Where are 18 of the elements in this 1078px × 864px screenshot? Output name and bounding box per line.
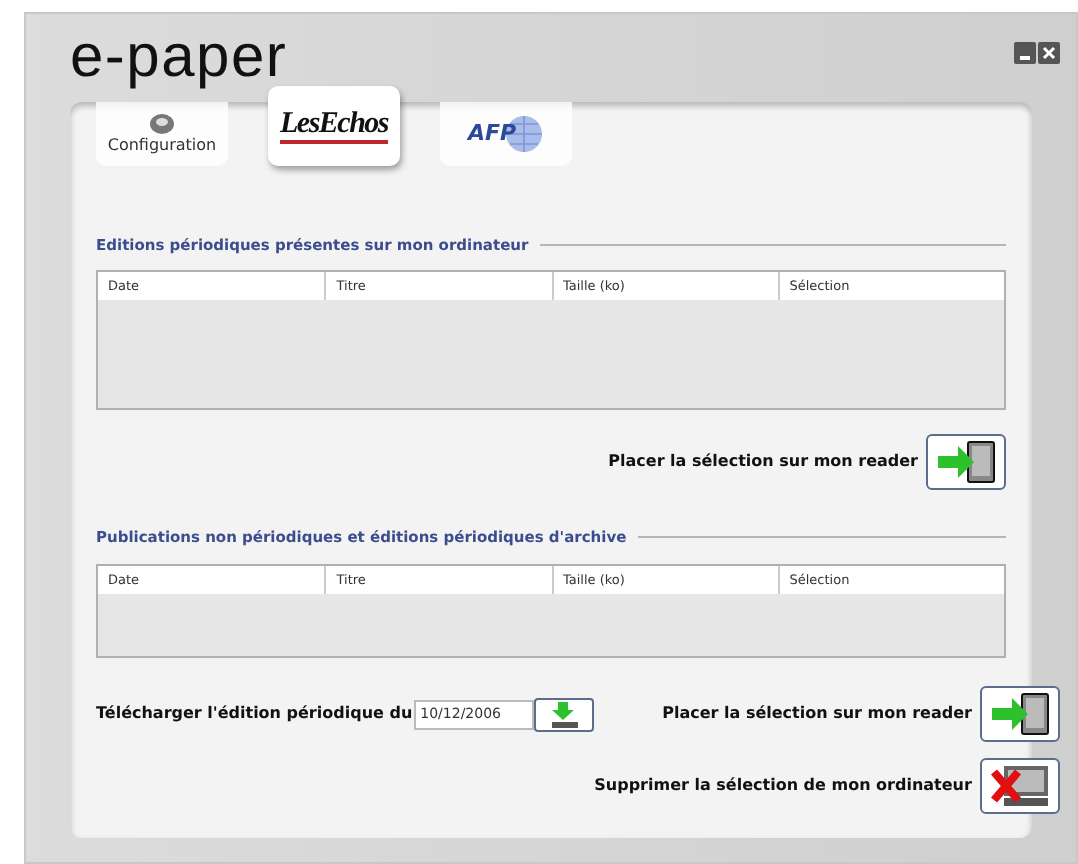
tab[interactable]: Configuration [96, 102, 228, 166]
download-label: Télécharger l'édition périodique du [96, 702, 413, 726]
arrow-to-device-icon [934, 440, 998, 485]
action-label: Supprimer la sélection de mon ordinateur [594, 773, 972, 797]
tab[interactable]: LesEchos [268, 86, 400, 166]
delete-button[interactable] [979, 757, 1060, 813]
send-to-reader-button[interactable] [979, 685, 1060, 741]
tab[interactable]: AFP [440, 102, 572, 166]
send-to-reader-button[interactable] [926, 434, 1006, 491]
action-label: Placer la sélection sur mon reader [608, 450, 918, 475]
minimize-icon[interactable] [1014, 42, 1036, 64]
action-label: Placer la sélection sur mon reader [662, 701, 972, 725]
delete-computer-icon [987, 763, 1052, 807]
download-button[interactable] [534, 697, 595, 731]
close-icon[interactable] [1038, 42, 1060, 64]
arrow-to-device-icon [987, 691, 1052, 735]
download-icon [548, 701, 581, 727]
window-title: e-paper [70, 26, 288, 90]
